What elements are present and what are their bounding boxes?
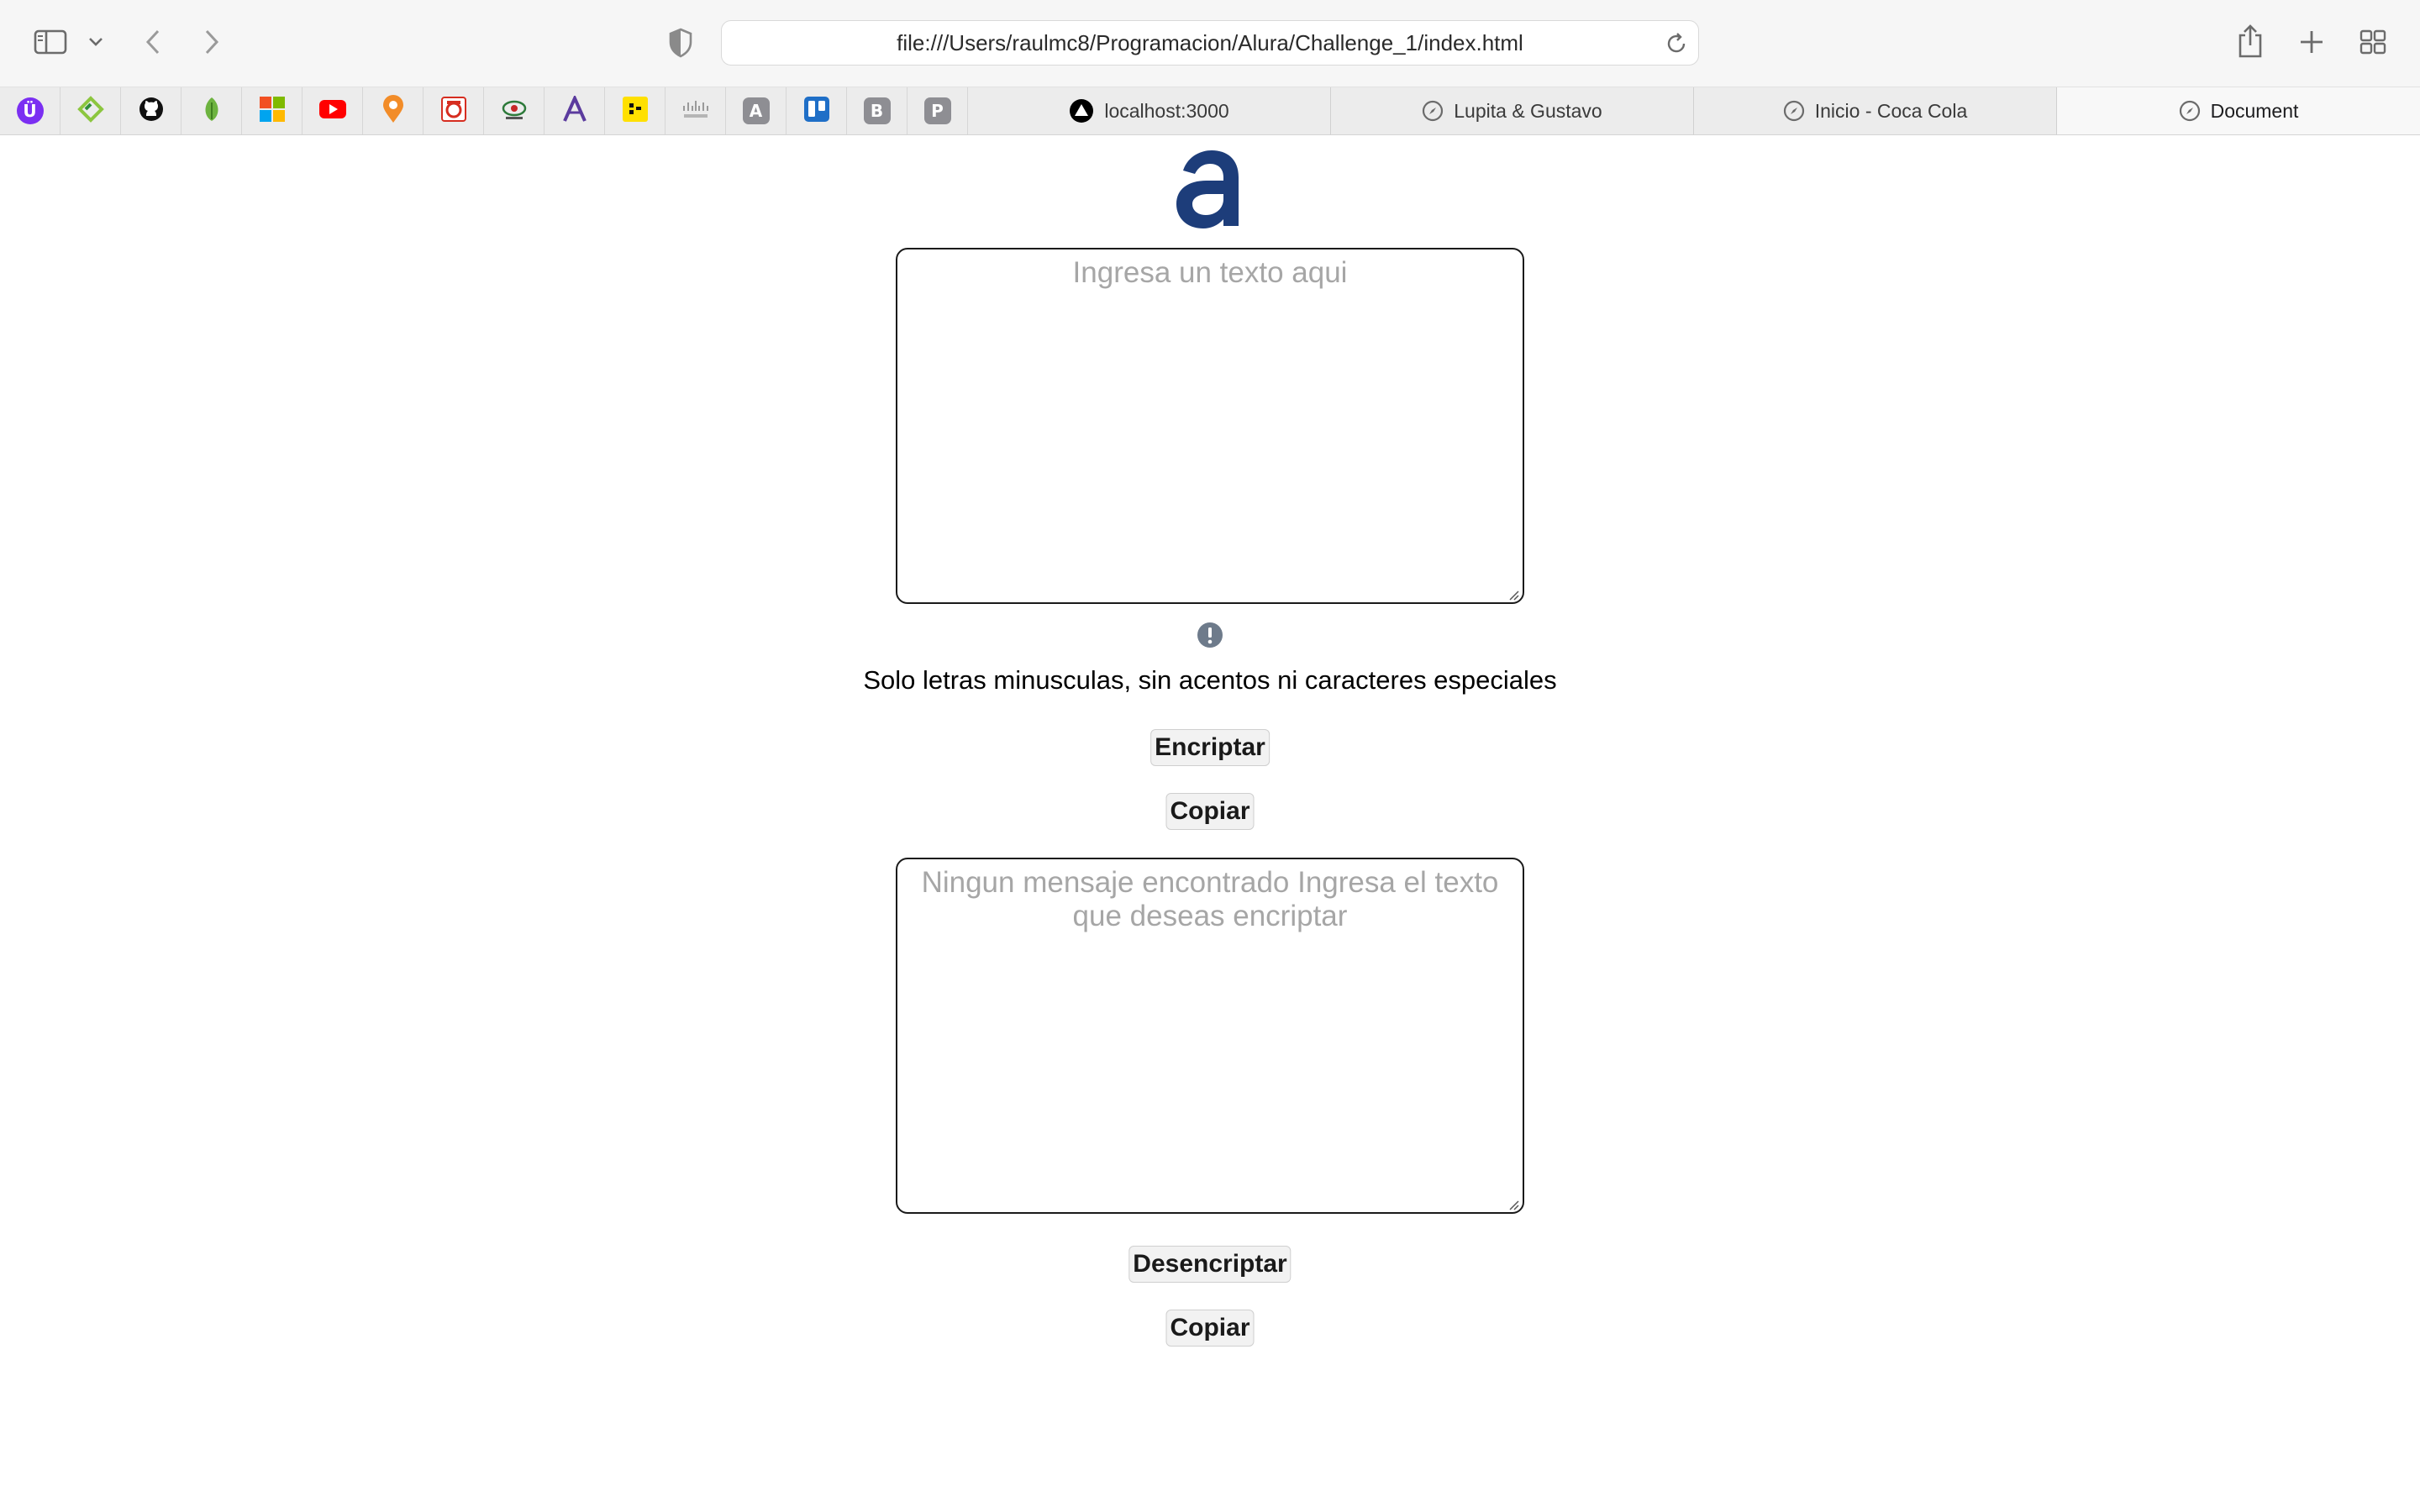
bookmark-letter: A — [749, 101, 763, 121]
decrypt-button[interactable]: Desencriptar — [1128, 1246, 1292, 1283]
bookmark-ublock[interactable]: Ü — [0, 87, 60, 134]
bookmark-trello[interactable] — [786, 87, 847, 134]
microsoft-icon — [259, 96, 286, 127]
bookmark-pin[interactable] — [363, 87, 424, 134]
sidebar-toggle-icon[interactable] — [32, 27, 69, 57]
red-bookmark-icon — [440, 96, 467, 127]
letter-b-icon: B — [863, 97, 891, 124]
bookmark-a-gray[interactable]: A — [726, 87, 786, 134]
reload-icon[interactable] — [1665, 32, 1688, 60]
compass-icon — [1783, 100, 1805, 122]
chevron-down-icon[interactable] — [86, 32, 106, 52]
tab-coca-cola[interactable]: Inicio - Coca Cola — [1694, 87, 2057, 134]
youtube-icon — [318, 98, 347, 124]
bookmark-youtube[interactable] — [302, 87, 363, 134]
bookmark-yellow[interactable] — [605, 87, 666, 134]
page-content: Solo letras minusculas, sin acentos ni c… — [0, 135, 2420, 1512]
address-bar[interactable]: file:///Users/raulmc8/Programacion/Alura… — [721, 20, 1699, 66]
bookmark-b[interactable]: B — [847, 87, 908, 134]
tab-label: Inicio - Coca Cola — [1814, 99, 1968, 122]
alura-logo — [1171, 145, 1245, 231]
tab-overview-icon[interactable] — [2358, 27, 2388, 57]
resize-grip-icon[interactable] — [1507, 589, 1519, 601]
bookmark-a[interactable] — [544, 87, 605, 134]
bookmark-letter: P — [931, 101, 944, 121]
tab-document[interactable]: Document — [2057, 87, 2420, 134]
tab-label: Document — [2210, 99, 2299, 122]
bookmark-leaf[interactable] — [182, 87, 242, 134]
privacy-shield-icon[interactable] — [666, 27, 696, 59]
yellow-bookmark-icon — [622, 96, 649, 127]
bookmark-github[interactable] — [121, 87, 182, 134]
diamond-bookmark-icon — [76, 95, 104, 127]
bookmark-eye[interactable] — [484, 87, 544, 134]
tab-label: Lupita & Gustavo — [1454, 99, 1602, 122]
leaf-icon — [198, 96, 225, 127]
ublock-icon: Ü — [16, 97, 44, 124]
letter-a-icon — [561, 93, 588, 127]
share-icon[interactable] — [2235, 22, 2265, 60]
encrypt-button[interactable]: Encriptar — [1150, 729, 1270, 766]
pin-icon — [381, 94, 406, 128]
bookmark-red[interactable] — [424, 87, 484, 134]
new-tab-icon[interactable] — [2296, 27, 2327, 57]
resize-grip-icon[interactable] — [1507, 1199, 1519, 1210]
copy-button-2[interactable]: Copiar — [1165, 1310, 1255, 1347]
eye-bookmark-icon — [501, 96, 528, 127]
bookmark-letter: B — [870, 101, 884, 121]
letter-a-gray-icon: A — [742, 97, 770, 124]
output-textarea[interactable] — [896, 858, 1524, 1214]
triangle-icon — [1069, 98, 1094, 123]
input-hint: Solo letras minusculas, sin acentos ni c… — [863, 665, 1557, 695]
bookmark-letter: Ü — [23, 101, 37, 121]
tab-label: localhost:3000 — [1104, 99, 1229, 122]
tab-bar: Ü A B P localhost:3000 Lupita & Gustavo … — [0, 87, 2420, 135]
info-icon — [1197, 622, 1223, 648]
bookmark-cisco[interactable] — [666, 87, 726, 134]
bookmark-p[interactable]: P — [908, 87, 968, 134]
copy-button-1[interactable]: Copiar — [1165, 793, 1255, 830]
browser-toolbar: file:///Users/raulmc8/Programacion/Alura… — [0, 0, 2420, 87]
bookmark-microsoft[interactable] — [242, 87, 302, 134]
url-text: file:///Users/raulmc8/Programacion/Alura… — [897, 29, 1523, 55]
github-icon — [138, 96, 165, 127]
bookmark-diamond[interactable] — [60, 87, 121, 134]
tab-lupita-gustavo[interactable]: Lupita & Gustavo — [1331, 87, 1694, 134]
cisco-icon — [681, 97, 711, 125]
input-textarea[interactable] — [896, 248, 1524, 604]
trello-icon — [803, 96, 830, 127]
back-icon[interactable] — [139, 25, 166, 59]
compass-icon — [1422, 100, 1444, 122]
letter-p-icon: P — [923, 97, 951, 124]
compass-icon — [2179, 100, 2201, 122]
tab-localhost[interactable]: localhost:3000 — [968, 87, 1331, 134]
forward-icon[interactable] — [198, 25, 225, 59]
